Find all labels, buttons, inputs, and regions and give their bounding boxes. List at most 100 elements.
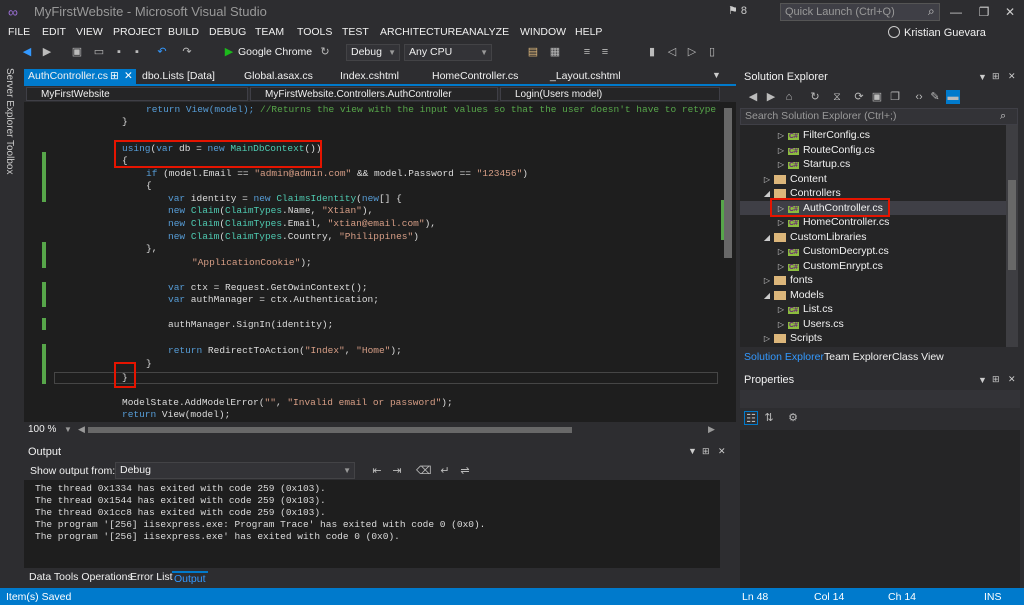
expand-arrow-icon[interactable]: ▷ bbox=[760, 274, 774, 288]
tab-team-explorer[interactable]: Team Explorer bbox=[824, 351, 892, 363]
editor-horizontal-scroll-thumb[interactable] bbox=[88, 427, 572, 433]
close-button[interactable]: ✕ bbox=[996, 2, 1024, 22]
se-pending-changes-icon[interactable]: ⧖ bbox=[830, 90, 844, 104]
zoom-level[interactable]: 100 % bbox=[28, 424, 56, 435]
tab-class-view[interactable]: Class View bbox=[892, 351, 944, 363]
tab-data-tools-operations[interactable]: Data Tools Operations bbox=[29, 571, 133, 583]
menu-view[interactable]: VIEW bbox=[76, 26, 103, 38]
scroll-left-icon[interactable]: ◀ bbox=[78, 424, 85, 435]
notifications-flag-icon[interactable]: ⚑ 8 bbox=[728, 4, 747, 17]
expand-arrow-icon[interactable]: ▷ bbox=[774, 129, 788, 143]
alphabetical-icon[interactable]: ⇅ bbox=[762, 411, 776, 425]
code-editor[interactable]: return View(model); //Returns the view w… bbox=[24, 102, 720, 422]
se-refresh-icon[interactable]: ⟳ bbox=[852, 90, 866, 104]
redo-icon[interactable]: ↷ bbox=[180, 45, 194, 59]
word-wrap-icon[interactable]: ↵ bbox=[438, 464, 452, 478]
expand-arrow-icon[interactable]: ▷ bbox=[760, 332, 774, 346]
se-show-all-files-icon[interactable]: ❐ bbox=[888, 90, 902, 104]
tree-item[interactable]: ▷ C# HomeController.cs bbox=[740, 215, 1006, 229]
expand-arrow-icon[interactable]: ▷ bbox=[774, 245, 788, 259]
save-icon[interactable]: ▪ bbox=[112, 45, 126, 59]
menu-architecture[interactable]: ARCHITECTURE bbox=[380, 26, 462, 38]
menu-edit[interactable]: EDIT bbox=[42, 26, 66, 38]
tree-item[interactable]: ▷ C# Startup.cs bbox=[740, 157, 1006, 171]
output-scrollbar[interactable] bbox=[720, 480, 736, 568]
tab-index-cshtml[interactable]: Index.cshtml bbox=[336, 69, 399, 84]
tab-error-list[interactable]: Error List bbox=[130, 571, 173, 583]
expand-arrow-icon[interactable]: ▷ bbox=[774, 318, 788, 332]
tree-item[interactable]: ▷ C# FilterConfig.cs bbox=[740, 128, 1006, 142]
tab-authcontroller[interactable]: AuthController.cs ⊞ ✕ bbox=[24, 69, 136, 84]
props-pin-icon[interactable]: ⊞ bbox=[992, 374, 1000, 385]
prev-bookmark-icon[interactable]: ◁ bbox=[665, 45, 679, 59]
refresh-icon[interactable]: ↻ bbox=[318, 45, 332, 59]
pin-icon[interactable]: ⊞ bbox=[110, 69, 119, 84]
undo-icon[interactable]: ↶ bbox=[155, 45, 169, 59]
bookmark-icon[interactable]: ▮ bbox=[645, 45, 659, 59]
comment-icon[interactable]: ≡ bbox=[580, 45, 594, 59]
server-explorer-tab[interactable]: Server Explorer bbox=[4, 68, 15, 137]
solution-icon[interactable]: ▦ bbox=[548, 45, 562, 59]
menu-project[interactable]: PROJECT bbox=[113, 26, 162, 38]
tree-item[interactable]: ◢ CustomLibraries bbox=[740, 230, 1006, 244]
categorized-icon[interactable]: ☷ bbox=[744, 411, 758, 425]
panel-pin-icon[interactable]: ⊞ bbox=[702, 446, 710, 457]
tree-item[interactable]: ▷ fonts bbox=[740, 273, 1006, 287]
tab-layout-cshtml[interactable]: _Layout.cshtml bbox=[546, 69, 621, 84]
start-debugging-icon[interactable]: ▶ bbox=[222, 45, 236, 59]
find-in-files-icon[interactable]: ▤ bbox=[526, 45, 540, 59]
tree-item[interactable]: ▷ Scripts bbox=[740, 331, 1006, 345]
tab-solution-explorer[interactable]: Solution Explorer bbox=[744, 351, 824, 363]
se-home-icon[interactable]: ⌂ bbox=[782, 90, 796, 104]
back-icon[interactable]: ◀ bbox=[20, 45, 34, 59]
se-dropdown-icon[interactable]: ▼ bbox=[978, 72, 987, 82]
solution-tree-scroll-thumb[interactable] bbox=[1008, 180, 1016, 270]
se-forward-icon[interactable]: ▶ bbox=[764, 90, 778, 104]
forward-icon[interactable]: ▶ bbox=[40, 45, 54, 59]
menu-analyze[interactable]: ANALYZE bbox=[462, 26, 509, 38]
toggle-wrap-icon[interactable]: ⇌ bbox=[458, 464, 472, 478]
menu-tools[interactable]: TOOLS bbox=[297, 26, 332, 38]
open-file-icon[interactable]: ▭ bbox=[92, 45, 106, 59]
expand-arrow-icon[interactable]: ▷ bbox=[774, 303, 788, 317]
find-message-icon[interactable]: ⇤ bbox=[370, 464, 384, 478]
collapse-arrow-icon[interactable]: ◢ bbox=[760, 289, 774, 303]
editor-scroll-thumb[interactable] bbox=[724, 108, 732, 258]
toolbox-tab[interactable]: Toolbox bbox=[4, 140, 15, 174]
browser-target[interactable]: Google Chrome bbox=[238, 46, 312, 58]
tab-output[interactable]: Output bbox=[172, 571, 208, 585]
tree-item[interactable]: ▷ C# RouteConfig.cs bbox=[740, 143, 1006, 157]
tree-item[interactable]: ▷ Content bbox=[740, 172, 1006, 186]
tree-item[interactable]: ▷ C# List.cs bbox=[740, 302, 1006, 316]
menu-help[interactable]: HELP bbox=[575, 26, 602, 38]
collapse-arrow-icon[interactable]: ◢ bbox=[760, 231, 774, 245]
uncomment-icon[interactable]: ≡ bbox=[598, 45, 612, 59]
menu-build[interactable]: BUILD bbox=[168, 26, 199, 38]
tree-item[interactable]: ▷ C# CustomEnrypt.cs bbox=[740, 259, 1006, 273]
tab-dbo-lists[interactable]: dbo.Lists [Data] bbox=[138, 69, 215, 84]
properties-object-select[interactable] bbox=[740, 390, 1020, 408]
tree-item[interactable]: ▷ C# Users.cs bbox=[740, 317, 1006, 331]
output-source-select[interactable]: Debug ▼ bbox=[115, 462, 355, 479]
props-close-icon[interactable]: ✕ bbox=[1008, 374, 1016, 385]
se-sync-icon[interactable]: ↻ bbox=[808, 90, 822, 104]
clear-all-icon[interactable]: ⌫ bbox=[416, 464, 432, 478]
clear-bookmarks-icon[interactable]: ▯ bbox=[705, 45, 719, 59]
expand-arrow-icon[interactable]: ▷ bbox=[774, 216, 788, 230]
se-back-icon[interactable]: ◀ bbox=[746, 90, 760, 104]
tab-overflow-icon[interactable]: ▼ bbox=[712, 70, 721, 80]
menu-debug[interactable]: DEBUG bbox=[209, 26, 246, 38]
se-pin-icon[interactable]: ⊞ bbox=[992, 71, 1000, 82]
quick-launch-input[interactable]: Quick Launch (Ctrl+Q) bbox=[780, 3, 940, 21]
property-pages-icon[interactable]: ⚙ bbox=[786, 411, 800, 425]
menu-test[interactable]: TEST bbox=[342, 26, 369, 38]
se-collapse-all-icon[interactable]: ▣ bbox=[870, 90, 884, 104]
expand-arrow-icon[interactable]: ▷ bbox=[774, 260, 788, 274]
new-project-icon[interactable]: ▣ bbox=[70, 45, 84, 59]
project-dropdown[interactable]: MyFirstWebsite bbox=[26, 87, 248, 101]
tree-item[interactable]: ▷ C# CustomDecrypt.cs bbox=[740, 244, 1006, 258]
se-view-code-icon[interactable]: ‹› bbox=[912, 90, 926, 104]
expand-arrow-icon[interactable]: ▷ bbox=[774, 144, 788, 158]
member-dropdown[interactable]: Login(Users model) bbox=[500, 87, 720, 101]
zoom-dropdown-icon[interactable]: ▼ bbox=[64, 425, 72, 434]
